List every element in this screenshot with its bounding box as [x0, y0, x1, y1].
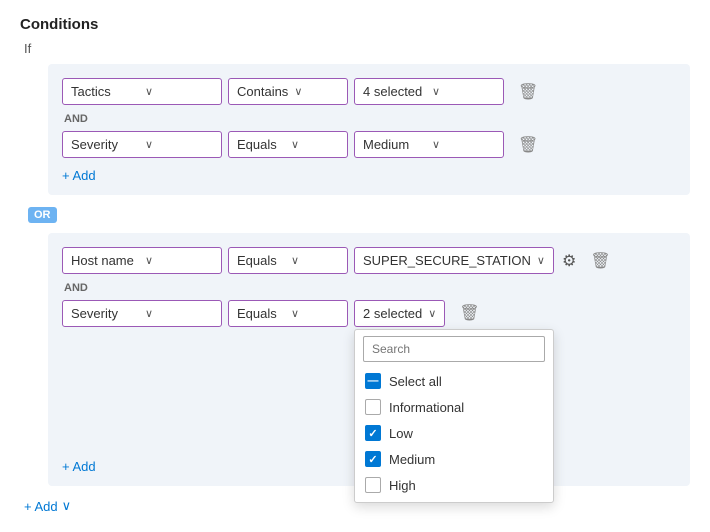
- dropdown-search-input[interactable]: [363, 336, 545, 362]
- option-label-select-all: Select all: [389, 374, 442, 389]
- value-select-1-2-label: Medium: [363, 137, 426, 152]
- value-select-2-2[interactable]: 2 selected ∨: [354, 300, 445, 327]
- value-chevron-1-1: ∨: [432, 85, 495, 98]
- operator-select-2-2-label: Equals: [237, 306, 285, 321]
- value-select-1-2[interactable]: Medium ∨: [354, 131, 504, 158]
- delete-row-2-1[interactable]: 🗑: [584, 248, 616, 274]
- field-select-severity-2-chevron: ∨: [145, 307, 213, 320]
- add-condition-2[interactable]: + Add: [62, 457, 96, 476]
- field-select-tactics[interactable]: Tactics ∨: [62, 78, 222, 105]
- field-select-severity-2[interactable]: Severity ∨: [62, 300, 222, 327]
- outer-add-chevron: ∨: [62, 498, 72, 514]
- operator-select-1-1-label: Contains: [237, 84, 288, 99]
- value-select-wrapper-2-2: 2 selected ∨ Select all Informational: [354, 300, 445, 327]
- or-badge: OR: [28, 207, 57, 223]
- option-label-high: High: [389, 478, 416, 493]
- operator-chevron-1-1: ∨: [294, 85, 339, 98]
- config-icon[interactable]: ⚙: [562, 251, 576, 271]
- dropdown-option-informational[interactable]: Informational: [355, 394, 553, 420]
- if-label: If: [24, 41, 690, 56]
- value-select-2-1[interactable]: SUPER_SECURE_STATION ∨: [354, 247, 554, 274]
- checkbox-high: [365, 477, 381, 493]
- dropdown-option-medium[interactable]: Medium: [355, 446, 553, 472]
- delete-row-2-2[interactable]: 🗑: [453, 300, 485, 326]
- field-select-severity-1-chevron: ∨: [145, 138, 213, 151]
- value-select-1-1-label: 4 selected: [363, 84, 426, 99]
- checkbox-select-all: [365, 373, 381, 389]
- field-select-severity-1-label: Severity: [71, 137, 139, 152]
- value-chevron-2-1: ∨: [537, 254, 545, 267]
- checkbox-medium: [365, 451, 381, 467]
- dropdown-option-select-all[interactable]: Select all: [355, 368, 553, 394]
- field-select-severity-1[interactable]: Severity ∨: [62, 131, 222, 158]
- operator-select-1-2[interactable]: Equals ∨: [228, 131, 348, 158]
- value-chevron-1-2: ∨: [432, 138, 495, 151]
- delete-row-1-2[interactable]: 🗑: [512, 132, 544, 158]
- add-condition-1[interactable]: + Add: [62, 166, 96, 185]
- field-select-severity-2-label: Severity: [71, 306, 139, 321]
- value-select-2-2-label: 2 selected: [363, 306, 422, 321]
- field-select-tactics-label: Tactics: [71, 84, 139, 99]
- operator-select-1-1[interactable]: Contains ∨: [228, 78, 348, 105]
- field-select-tactics-chevron: ∨: [145, 85, 213, 98]
- and-label-2: AND: [64, 282, 676, 294]
- operator-chevron-1-2: ∨: [291, 138, 339, 151]
- value-select-1-1[interactable]: 4 selected ∨: [354, 78, 504, 105]
- conditions-page: Conditions If Tactics ∨ Contains ∨ 4 sel…: [0, 0, 710, 532]
- dropdown-option-low[interactable]: Low: [355, 420, 553, 446]
- and-label-1: AND: [64, 113, 676, 125]
- page-title: Conditions: [20, 16, 690, 33]
- value-select-2-1-label: SUPER_SECURE_STATION: [363, 253, 531, 268]
- outer-add-button[interactable]: + Add ∨: [24, 496, 71, 516]
- operator-select-2-1-label: Equals: [237, 253, 285, 268]
- operator-chevron-2-2: ∨: [291, 307, 339, 320]
- option-label-informational: Informational: [389, 400, 464, 415]
- operator-select-2-2[interactable]: Equals ∨: [228, 300, 348, 327]
- value-chevron-2-2: ∨: [428, 307, 436, 320]
- condition-row-2-1: Host name ∨ Equals ∨ SUPER_SECURE_STATIO…: [62, 247, 676, 274]
- field-select-hostname[interactable]: Host name ∨: [62, 247, 222, 274]
- outer-add-label: + Add: [24, 499, 58, 514]
- checkbox-informational: [365, 399, 381, 415]
- delete-row-1-1[interactable]: 🗑: [512, 79, 544, 105]
- operator-select-1-2-label: Equals: [237, 137, 285, 152]
- checkbox-low: [365, 425, 381, 441]
- operator-select-2-1[interactable]: Equals ∨: [228, 247, 348, 274]
- severity-dropdown: Select all Informational Low: [354, 329, 554, 503]
- dropdown-option-high[interactable]: High: [355, 472, 553, 498]
- condition-row-2-2: Severity ∨ Equals ∨ 2 selected ∨: [62, 300, 676, 327]
- condition-row-1-2: Severity ∨ Equals ∨ Medium ∨ 🗑: [62, 131, 676, 158]
- field-select-hostname-label: Host name: [71, 253, 139, 268]
- condition-block-1: Tactics ∨ Contains ∨ 4 selected ∨ 🗑 AND …: [48, 64, 690, 195]
- operator-chevron-2-1: ∨: [291, 254, 339, 267]
- condition-block-2: Host name ∨ Equals ∨ SUPER_SECURE_STATIO…: [48, 233, 690, 486]
- option-label-low: Low: [389, 426, 413, 441]
- condition-row-1-1: Tactics ∨ Contains ∨ 4 selected ∨ 🗑: [62, 78, 676, 105]
- field-select-hostname-chevron: ∨: [145, 254, 213, 267]
- option-label-medium: Medium: [389, 452, 435, 467]
